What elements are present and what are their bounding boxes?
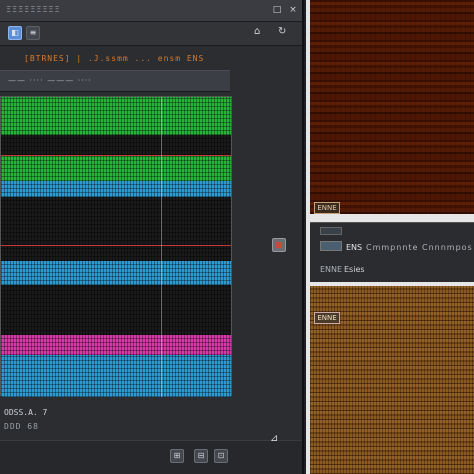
stripe-band-2: [1, 155, 231, 181]
stripe-band-5: [1, 261, 231, 285]
home-icon[interactable]: ⌂: [254, 26, 260, 37]
window-title: ΞΞΞΞΞΞΞΞΞ: [6, 5, 61, 14]
split-button[interactable]: ⊟: [194, 449, 208, 463]
editor-window: ΞΞΞΞΞΞΞΞΞ □ × ◧ ≡ ⌂ ↻ [BTRNES] | .J.ssmm…: [0, 0, 304, 474]
status-line-secondary: DDD 68: [4, 422, 39, 431]
frame-button[interactable]: ⊡: [214, 449, 228, 463]
stripe-band-1: [1, 135, 231, 155]
bamboo-tag: ENNE: [314, 312, 340, 324]
sub-header-label: —— ···· ——— ····: [8, 76, 92, 85]
refresh-icon[interactable]: ↻: [278, 26, 286, 37]
stripe-band-0: [1, 97, 231, 135]
layout-tool-button[interactable]: ◧: [8, 26, 22, 40]
info-label-secondary: ENNE: [320, 265, 343, 274]
texture-info-panel: ENS Cmmpnnte Cnnnmpos ENNE Esies: [310, 222, 474, 282]
wood-tag: ENNE: [314, 202, 340, 214]
status-line: ODSS.A. 7: [4, 408, 48, 417]
pin-icon[interactable]: ⊿: [270, 433, 278, 444]
info-thumbnail: [320, 241, 342, 251]
close-icon[interactable]: ×: [288, 5, 298, 15]
wood-texture-preview[interactable]: [310, 0, 474, 214]
stripe-band-3: [1, 181, 231, 197]
stripe-band-7: [1, 335, 231, 355]
column-guide: [161, 97, 162, 397]
stripe-canvas[interactable]: [0, 96, 232, 397]
preview-column: ENNE ENS Cmmpnnte Cnnnmpos ENNE Esies EN…: [306, 0, 474, 474]
info-label: ENS: [346, 243, 363, 252]
maximize-icon[interactable]: □: [272, 5, 282, 15]
title-bar: ΞΞΞΞΞΞΞΞΞ □ ×: [0, 0, 302, 22]
bottom-bar: ⊞ ⊟ ⊡ ⊿: [0, 433, 302, 474]
sub-header: —— ···· ——— ····: [0, 70, 230, 92]
path-bar: [BTRNES] | .J.ssmm ... ensm ENS: [24, 54, 205, 63]
marker-line: [1, 245, 231, 246]
info-value: Cmmpnnte Cnnnmpos: [366, 243, 473, 252]
stripe-band-4: [1, 197, 231, 261]
stripe-band-6: [1, 285, 231, 335]
grid-button[interactable]: ⊞: [170, 449, 184, 463]
marker-line: [1, 155, 231, 156]
stripe-band-8: [1, 355, 231, 397]
info-value-secondary: Esies: [344, 265, 365, 274]
record-button[interactable]: [272, 238, 286, 252]
info-thumbnail-small: [320, 227, 342, 235]
menu-tool-button[interactable]: ≡: [26, 26, 40, 40]
